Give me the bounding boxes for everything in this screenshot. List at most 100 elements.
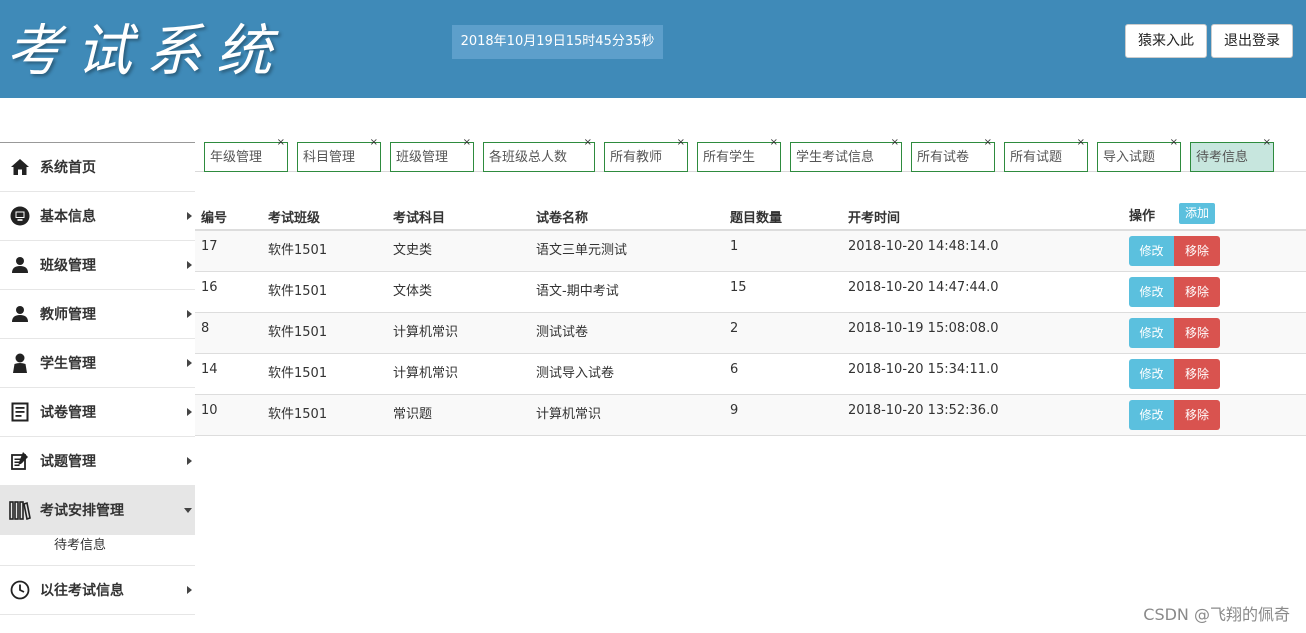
close-icon[interactable]: ×: [677, 133, 685, 153]
table-row: 10 软件1501 常识题 计算机常识 9 2018-10-20 13:52:3…: [195, 395, 1306, 436]
column-header-count: 题目数量: [730, 211, 783, 226]
close-icon[interactable]: ×: [891, 133, 899, 153]
cell-subject: 计算机常识: [393, 366, 459, 381]
cell-start-time: 2018-10-20 14:48:14.0: [848, 239, 999, 254]
sidebar-item-past-exams[interactable]: 以往考试信息: [0, 566, 195, 615]
column-header-actions: 操作: [1129, 209, 1156, 224]
cell-count: 6: [730, 362, 739, 377]
close-icon[interactable]: ×: [770, 133, 778, 153]
table-row: 14 软件1501 计算机常识 测试导入试卷 6 2018-10-20 15:3…: [195, 354, 1306, 395]
tab-class-totals[interactable]: 各班级总人数 ×: [483, 137, 595, 172]
watermark: CSDN @飞翔的佩奇: [1143, 605, 1290, 624]
tab-class-management[interactable]: 班级管理 ×: [390, 137, 474, 172]
tab-label: 学生考试信息: [796, 150, 875, 165]
sidebar: 系统首页 基本信息 班级管理 教师管理 学生管理 试卷管理 试题管理 考试安排管…: [0, 142, 195, 633]
cell-class: 软件1501: [268, 284, 328, 299]
tab-subject-management[interactable]: 科目管理 ×: [297, 137, 381, 172]
chevron-down-icon: [184, 508, 192, 513]
cell-id: 14: [201, 362, 218, 377]
tab-import-questions[interactable]: 导入试题 ×: [1097, 137, 1181, 172]
monitor-icon: [9, 206, 31, 226]
sidebar-item-student-management[interactable]: 学生管理: [0, 339, 195, 388]
tab-label: 所有试卷: [917, 150, 970, 165]
tab-grade-management[interactable]: 年级管理 ×: [204, 137, 288, 172]
table-row: 17 软件1501 文史类 语文三单元测试 1 2018-10-20 14:48…: [195, 231, 1306, 272]
tab-label: 待考信息: [1196, 150, 1249, 165]
chevron-right-icon: [187, 310, 192, 318]
sidebar-item-label: 考试安排管理: [40, 503, 124, 519]
person-icon: [9, 353, 31, 373]
close-icon[interactable]: ×: [277, 133, 285, 153]
delete-button[interactable]: 移除: [1174, 318, 1220, 348]
tab-all-papers[interactable]: 所有试卷 ×: [911, 137, 995, 172]
chevron-right-icon: [187, 586, 192, 594]
cell-start-time: 2018-10-20 13:52:36.0: [848, 403, 999, 418]
app-header: 考试系统 2018年10月19日15时45分35秒 猿来入此 退出登录: [0, 0, 1306, 98]
close-icon[interactable]: ×: [984, 133, 992, 153]
cell-paper: 语文三单元测试: [536, 243, 628, 258]
edit-button[interactable]: 修改: [1129, 359, 1174, 389]
user-icon: [9, 304, 31, 324]
tab-all-students[interactable]: 所有学生 ×: [697, 137, 781, 172]
sidebar-item-label: 试题管理: [40, 454, 96, 470]
column-header-start-time: 开考时间: [848, 211, 901, 226]
cell-count: 15: [730, 280, 747, 295]
delete-button[interactable]: 移除: [1174, 400, 1220, 430]
sidebar-item-exam-arrangement[interactable]: 考试安排管理: [0, 486, 195, 535]
delete-button[interactable]: 移除: [1174, 277, 1220, 307]
sidebar-item-home[interactable]: 系统首页: [0, 143, 195, 192]
table-row: 16 软件1501 文体类 语文-期中考试 15 2018-10-20 14:4…: [195, 272, 1306, 313]
chevron-right-icon: [187, 261, 192, 269]
edit-button[interactable]: 修改: [1129, 236, 1174, 266]
sidebar-item-label: 系统首页: [40, 160, 96, 176]
cell-subject: 文体类: [393, 284, 433, 299]
edit-button[interactable]: 修改: [1129, 318, 1174, 348]
cell-id: 17: [201, 239, 218, 254]
cell-paper: 计算机常识: [536, 407, 602, 422]
sidebar-item-basic-info[interactable]: 基本信息: [0, 192, 195, 241]
logout-button[interactable]: 退出登录: [1211, 24, 1293, 58]
tab-label: 所有试题: [1010, 150, 1063, 165]
sidebar-item-label: 教师管理: [40, 307, 96, 323]
edit-button[interactable]: 修改: [1129, 277, 1174, 307]
cell-class: 软件1501: [268, 366, 328, 381]
tab-student-exam-info[interactable]: 学生考试信息 ×: [790, 137, 902, 172]
sidebar-item-class-management[interactable]: 班级管理: [0, 241, 195, 290]
sidebar-item-teacher-management[interactable]: 教师管理: [0, 290, 195, 339]
user-icon: [9, 255, 31, 275]
sidebar-item-label: 基本信息: [40, 209, 96, 225]
tab-all-teachers[interactable]: 所有教师 ×: [604, 137, 688, 172]
tab-label: 各班级总人数: [489, 150, 568, 165]
close-icon[interactable]: ×: [370, 133, 378, 153]
column-header-subject: 考试科目: [393, 211, 446, 226]
delete-button[interactable]: 移除: [1174, 236, 1220, 266]
home-icon: [9, 157, 31, 177]
cell-paper: 测试导入试卷: [536, 366, 615, 381]
cell-id: 16: [201, 280, 218, 295]
sidebar-item-paper-management[interactable]: 试卷管理: [0, 388, 195, 437]
cell-class: 软件1501: [268, 407, 328, 422]
tab-pending-exams[interactable]: 待考信息 ×: [1190, 137, 1274, 172]
column-header-class: 考试班级: [268, 211, 321, 226]
cell-class: 软件1501: [268, 325, 328, 340]
close-icon[interactable]: ×: [1263, 133, 1271, 153]
sidebar-item-label: 学生管理: [40, 356, 96, 372]
edit-button[interactable]: 修改: [1129, 400, 1174, 430]
clock-icon: [9, 580, 31, 600]
add-button[interactable]: 添加: [1179, 203, 1215, 224]
sidebar-subitem-pending-exams[interactable]: 待考信息: [0, 535, 195, 566]
cell-paper: 语文-期中考试: [536, 284, 619, 299]
cell-subject: 计算机常识: [393, 325, 459, 340]
delete-button[interactable]: 移除: [1174, 359, 1220, 389]
close-icon[interactable]: ×: [463, 133, 471, 153]
sidebar-item-question-management[interactable]: 试题管理: [0, 437, 195, 486]
tab-label: 所有教师: [610, 150, 663, 165]
close-icon[interactable]: ×: [584, 133, 592, 153]
close-icon[interactable]: ×: [1077, 133, 1085, 153]
chevron-right-icon: [187, 457, 192, 465]
chevron-right-icon: [187, 212, 192, 220]
close-icon[interactable]: ×: [1170, 133, 1178, 153]
user-button[interactable]: 猿来入此: [1125, 24, 1207, 58]
tab-all-questions[interactable]: 所有试题 ×: [1004, 137, 1088, 172]
tab-label: 所有学生: [703, 150, 756, 165]
